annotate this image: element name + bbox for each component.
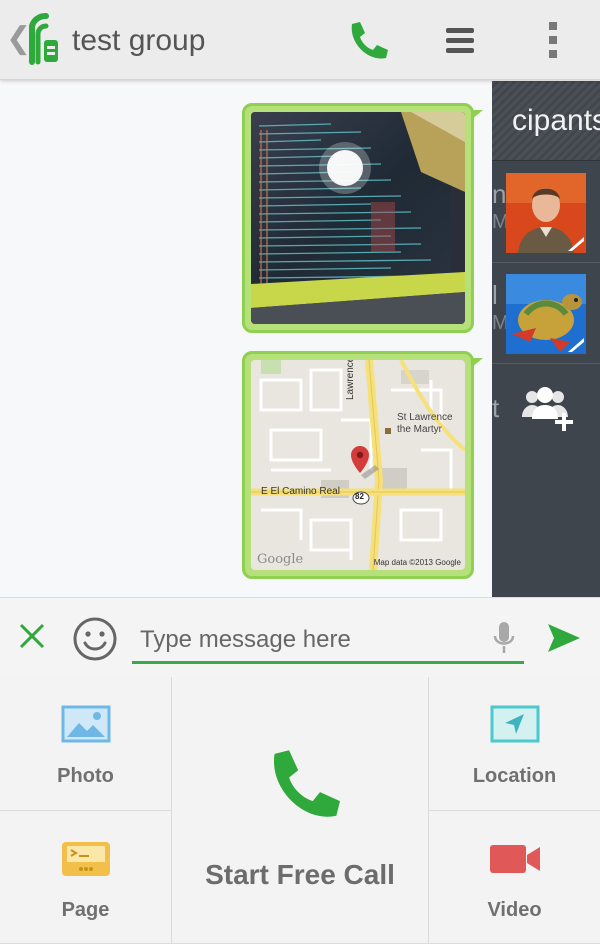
start-free-call-label: Start Free Call	[205, 859, 395, 890]
emoji-icon[interactable]	[72, 616, 118, 662]
participant-row[interactable]: l M	[492, 264, 600, 364]
microphone-icon[interactable]	[490, 620, 518, 656]
attachment-actions: Photo Page Start Free Call Location Vide…	[0, 677, 600, 944]
participant-avatar[interactable]	[506, 274, 586, 354]
page-action-label: Page	[61, 899, 110, 921]
page-icon	[61, 842, 110, 876]
video-action-label: Video	[487, 899, 542, 921]
map-attribution: Map data ©2013 Google	[373, 558, 461, 567]
location-message-bubble[interactable]: E El Camino Real Lawrence Expy St Lawren…	[242, 351, 483, 579]
participants-title: cipants	[512, 104, 600, 137]
map-place-line1: St Lawrence	[397, 412, 453, 423]
add-participant-row[interactable]: t	[492, 365, 600, 465]
video-action[interactable]: Video	[429, 811, 600, 944]
participant-name-fragment: t	[492, 393, 500, 423]
photo-message-bubble[interactable]	[242, 103, 483, 333]
phone-call-icon[interactable]	[344, 18, 388, 62]
map-place-label: St Lawrence the Martyr	[397, 412, 453, 436]
map-cross-street-label: Lawrence Expy	[345, 360, 356, 400]
photo-thumbnail[interactable]	[251, 112, 465, 324]
photo-action[interactable]: Photo	[0, 677, 172, 811]
participant-avatar[interactable]	[506, 173, 586, 253]
chat-message-list[interactable]: E El Camino Real Lawrence Expy St Lawren…	[0, 81, 492, 597]
conversation-title: test group	[72, 24, 206, 57]
menu-icon[interactable]	[440, 20, 480, 60]
map-thumbnail[interactable]: E El Camino Real Lawrence Expy St Lawren…	[251, 360, 465, 570]
participants-panel[interactable]: cipants n M l M t	[492, 81, 600, 597]
video-camera-icon	[489, 845, 540, 873]
location-action-label: Location	[472, 765, 557, 787]
participant-name-fragment: n	[492, 179, 507, 209]
participant-row[interactable]: n M	[492, 163, 600, 263]
message-composer	[0, 597, 600, 677]
app-logo-icon[interactable]	[24, 12, 64, 68]
participant-name-fragment: l	[492, 280, 498, 310]
phone-call-icon	[273, 750, 340, 817]
photo-action-label: Photo	[57, 765, 114, 787]
map-street-label: E El Camino Real	[261, 486, 340, 497]
message-input[interactable]	[132, 618, 524, 664]
map-place-line2: the Martyr	[397, 424, 443, 435]
location-icon	[490, 705, 539, 743]
map-logo: Google	[257, 552, 304, 567]
route-shield-label: 82	[355, 492, 364, 501]
close-icon[interactable]	[18, 622, 46, 650]
photo-icon	[61, 705, 110, 743]
location-action[interactable]: Location	[429, 677, 600, 811]
start-free-call-action[interactable]: Start Free Call	[172, 677, 429, 944]
overflow-icon[interactable]	[538, 18, 568, 62]
participants-header: cipants	[492, 81, 600, 161]
page-action[interactable]: Page	[0, 811, 172, 944]
top-app-bar: ❮ test group	[0, 0, 600, 80]
send-icon[interactable]	[546, 622, 582, 654]
add-participant-icon[interactable]	[518, 383, 574, 433]
